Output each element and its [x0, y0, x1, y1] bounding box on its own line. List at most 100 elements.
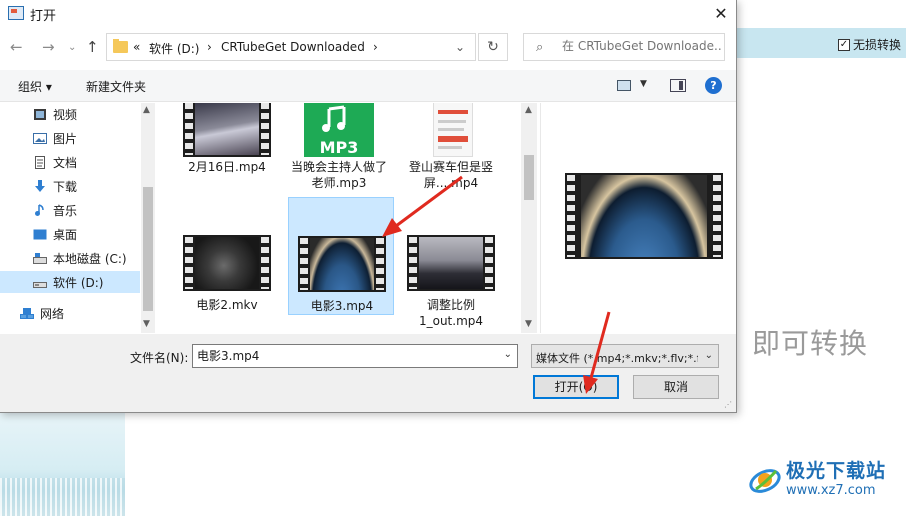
sidebar-item-drive-d[interactable]: 软件 (D:) [0, 271, 140, 293]
music-note-icon: MP3 [304, 105, 374, 157]
breadcrumb-drive[interactable]: 软件 (D:) [149, 40, 199, 57]
sidebar-item-downloads[interactable]: 下载 [0, 175, 140, 197]
pictures-folder-icon [33, 132, 47, 144]
video-thumbnail [298, 236, 386, 292]
chevron-down-icon[interactable]: ⌄ [504, 349, 512, 360]
scroll-up-icon[interactable]: ▲ [525, 105, 532, 115]
search-input[interactable] [562, 39, 722, 53]
file-item[interactable]: MP3 当晚会主持人做了老师.mp3 [286, 103, 392, 197]
organize-button[interactable]: 组织 ▾ [18, 78, 52, 95]
download-icon [35, 179, 45, 192]
breadcrumb-overflow[interactable]: « [133, 40, 140, 54]
sidebar-item-label: 图片 [53, 131, 78, 146]
address-bar[interactable]: « 软件 (D:) › CRTubeGet Downloaded › ⌄ [106, 33, 476, 61]
file-list-scroll-thumb[interactable] [524, 155, 534, 200]
change-view-icon[interactable] [617, 80, 631, 91]
search-box[interactable]: ⌕ [523, 33, 725, 61]
chevron-down-icon[interactable]: ⌄ [702, 350, 713, 361]
sidebar-item-label: 本地磁盘 (C:) [53, 251, 127, 266]
file-item[interactable]: 登山赛车但是竖屏....mp4 [398, 103, 504, 197]
network-icon [20, 307, 34, 319]
scroll-up-icon[interactable]: ▲ [143, 105, 150, 115]
search-icon: ⌕ [536, 40, 544, 55]
preview-pane-icon[interactable] [670, 79, 686, 92]
command-toolbar: 组织 ▾ 新建文件夹 ▼ ? [0, 70, 736, 102]
lossless-label: 无损转换 [853, 38, 902, 52]
filename-input[interactable] [197, 348, 497, 362]
resize-grip-icon[interactable]: ⋰ [724, 400, 732, 409]
view-options-chevron-icon[interactable]: ▼ [640, 79, 647, 89]
file-name: 电影3.mp4 [310, 299, 374, 313]
recent-locations-icon[interactable]: ⌄ [68, 42, 76, 53]
mp3-file-icon: MP3 [304, 103, 374, 157]
sidebar-scrollbar[interactable]: ▲ ▼ [141, 103, 155, 333]
breadcrumb-folder[interactable]: CRTubeGet Downloaded [221, 40, 365, 54]
file-name: 2月16日.mp4 [188, 160, 266, 174]
file-name: 登山赛车但是竖屏....mp4 [408, 160, 493, 190]
sidebar-item-label: 软件 (D:) [53, 275, 104, 290]
sidebar-item-label: 下载 [53, 179, 78, 194]
file-type-select[interactable]: 媒体文件 (*.mp4;*.mkv;*.flv;*.f ⌄ [531, 344, 719, 368]
file-list-scrollbar[interactable]: ▲ ▼ [521, 103, 537, 333]
sidebar-item-network[interactable]: 网络 [0, 302, 127, 324]
sidebar-item-label: 网络 [40, 306, 65, 321]
file-item[interactable]: 调整比例1_out.mp4 [398, 229, 504, 329]
scroll-down-icon[interactable]: ▼ [143, 319, 150, 329]
watermark-logo-icon [749, 468, 781, 493]
breadcrumb-separator-end[interactable]: › [373, 40, 378, 54]
back-arrow-icon[interactable]: ← [10, 38, 23, 56]
close-button[interactable]: ✕ [706, 0, 736, 26]
local-disk-icon [33, 252, 47, 264]
video-thumbnail [183, 103, 271, 157]
video-thumbnail [407, 235, 495, 291]
sidebar-item-pictures[interactable]: 图片 [0, 127, 140, 149]
desktop-icon [33, 229, 47, 239]
dialog-titlebar[interactable]: 打开 ✕ [0, 0, 736, 28]
watermark-name: 极光下载站 [786, 460, 887, 482]
watermark-url: www.xz7.com [786, 483, 876, 498]
sidebar-item-label: 视频 [53, 107, 78, 122]
sidebar-scroll-thumb[interactable] [143, 187, 153, 311]
documents-folder-icon [35, 155, 45, 169]
app-icon [8, 6, 24, 20]
dialog-title: 打开 [30, 9, 57, 24]
refresh-button[interactable]: ↻ [478, 33, 508, 61]
file-name: 电影2.mkv [196, 298, 258, 312]
up-arrow-icon[interactable]: ↑ [86, 38, 99, 56]
mp3-badge: MP3 [320, 138, 359, 157]
scroll-down-icon[interactable]: ▼ [525, 319, 532, 329]
chevron-down-icon[interactable]: ⌄ [455, 40, 465, 54]
navigation-pane: 视频 图片 文档 下载 音乐 桌面 本地磁盘 (C:) 软件 (D:) 网络 ▲… [0, 103, 157, 333]
sidebar-item-music[interactable]: 音乐 [0, 199, 140, 221]
file-item[interactable]: 电影2.mkv [174, 229, 280, 313]
file-item-selected[interactable]: 电影3.mp4 [288, 197, 394, 315]
help-icon[interactable]: ? [705, 77, 722, 94]
file-name: 调整比例1_out.mp4 [418, 298, 484, 328]
navigation-bar: ← → ⌄ ↑ « 软件 (D:) › CRTubeGet Downloaded… [0, 30, 736, 64]
open-file-dialog: 打开 ✕ ← → ⌄ ↑ « 软件 (D:) › CRTubeGet Downl… [0, 0, 737, 413]
preview-pane [540, 103, 736, 333]
lossless-checkbox[interactable]: ✓ [838, 38, 850, 51]
video-preview-thumbnail [565, 173, 723, 259]
lossless-option[interactable]: ✓ 无损转换 [838, 36, 901, 53]
breadcrumb-separator[interactable]: › [207, 40, 212, 54]
background-decoration-image [0, 413, 125, 516]
phone-screenshot-thumbnail [433, 103, 473, 157]
sidebar-item-desktop[interactable]: 桌面 [0, 223, 140, 245]
forward-arrow-icon[interactable]: → [42, 38, 55, 56]
file-item[interactable]: 2月16日.mp4 [174, 103, 280, 181]
new-folder-button[interactable]: 新建文件夹 [86, 78, 146, 95]
sidebar-item-label: 文档 [53, 155, 78, 170]
filename-label: 文件名(N): [130, 351, 189, 365]
sidebar-item-local-disk-c[interactable]: 本地磁盘 (C:) [0, 247, 140, 269]
folder-icon [113, 39, 128, 53]
drive-icon [33, 281, 47, 288]
open-button[interactable]: 打开(O) [533, 375, 619, 399]
drop-hint-text: 即可转换 [752, 327, 869, 360]
cancel-button[interactable]: 取消 [633, 375, 719, 399]
sidebar-item-videos[interactable]: 视频 [0, 103, 140, 125]
dialog-footer: 文件名(N): ⌄ 媒体文件 (*.mp4;*.mkv;*.flv;*.f ⌄ … [0, 334, 736, 412]
video-folder-icon [34, 108, 46, 120]
sidebar-item-documents[interactable]: 文档 [0, 151, 140, 173]
filename-combobox[interactable]: ⌄ [192, 344, 518, 368]
